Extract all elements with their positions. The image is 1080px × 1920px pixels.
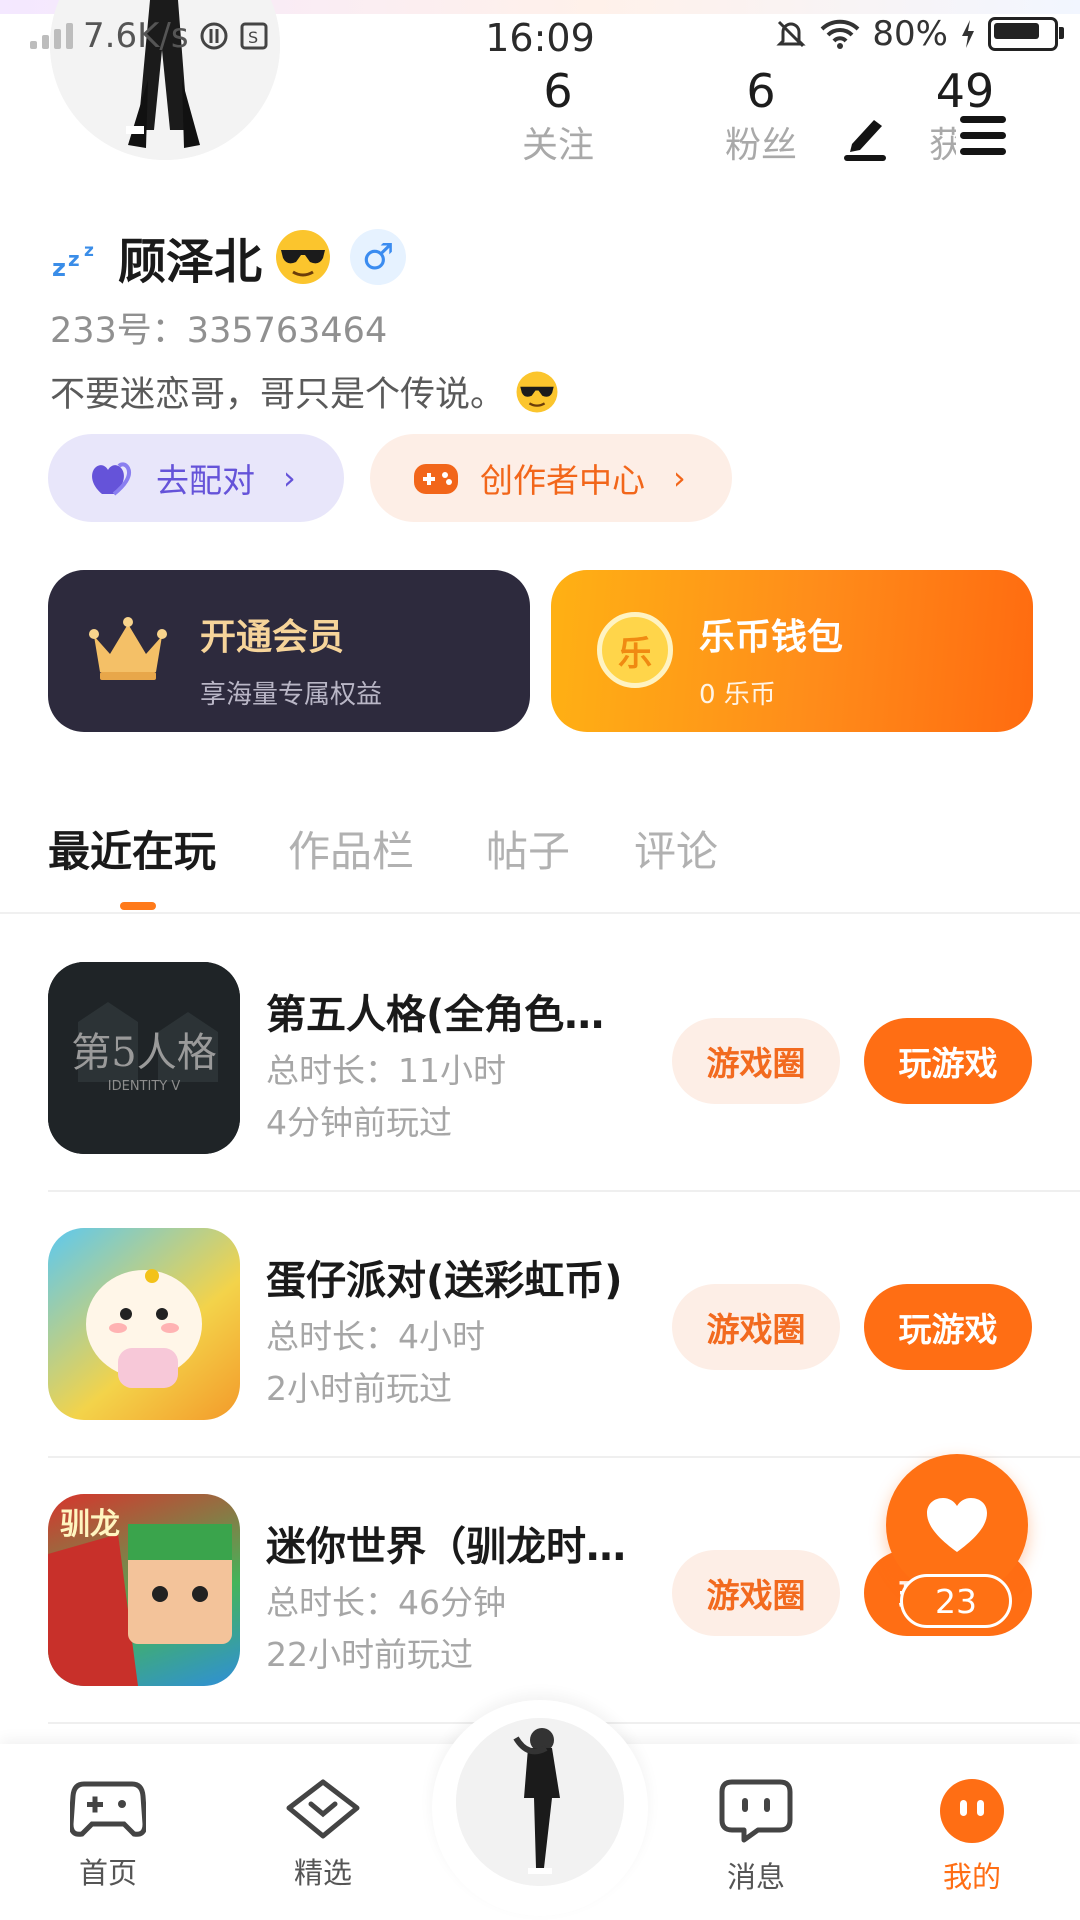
- game-circle-button[interactable]: 游戏圈: [672, 1284, 840, 1370]
- tab-indicator: [120, 902, 156, 910]
- creator-label: 创作者中心: [480, 461, 645, 500]
- gamepad-icon: [68, 1781, 148, 1837]
- match-label: 去配对: [156, 461, 255, 500]
- game-row[interactable]: 蛋仔派对(送彩虹币) 总时长：4小时 2小时前玩过 游戏圈 玩游戏: [48, 1228, 1080, 1494]
- menu-button[interactable]: [956, 110, 1012, 162]
- game-last-played: 2小时前玩过: [266, 1369, 452, 1408]
- hamburger-menu-icon: [960, 116, 1006, 155]
- profile-name: 顾泽北: [118, 234, 263, 290]
- likes-count: 49: [935, 64, 995, 118]
- game-title: 第五人格(全角色…: [266, 992, 605, 1038]
- game-row[interactable]: 第5人格 IDENTITY V 第五人格(全角色… 总时长：11小时 4分钟前玩…: [48, 962, 1080, 1228]
- game-circle-button[interactable]: 游戏圈: [672, 1018, 840, 1104]
- game-last-played: 4分钟前玩过: [266, 1103, 452, 1142]
- avatar-figure-icon: [456, 1718, 624, 1886]
- following-count: 6: [543, 64, 573, 118]
- wallet-balance: 0 乐币: [699, 680, 776, 710]
- stat-following[interactable]: 6 关注: [483, 68, 633, 164]
- nav-home[interactable]: 首页: [33, 1778, 183, 1892]
- charging-icon: [962, 20, 974, 48]
- nav-profile-label: 我的: [942, 1860, 1001, 1894]
- status-bar: 7.6K/s S 16:09 80%: [0, 0, 1080, 72]
- wallet-card[interactable]: 乐 乐币钱包 0 乐币: [551, 570, 1033, 732]
- nav-center-avatar[interactable]: [456, 1718, 624, 1886]
- game-icon-text: 第5人格: [71, 1030, 216, 1076]
- vip-text: 开通会员 享海量专属权益: [200, 608, 382, 711]
- stat-fans[interactable]: 6 粉丝: [686, 68, 836, 164]
- like-count-badge: 23: [900, 1574, 1012, 1628]
- svg-text:z: z: [68, 247, 80, 271]
- game-duration: 总时长：46分钟: [266, 1583, 506, 1622]
- game-icon-mini-world[interactable]: 驯龙: [48, 1494, 240, 1686]
- row-divider: [48, 1456, 1080, 1458]
- tab-comments[interactable]: 评论: [634, 818, 718, 879]
- profile-face-icon: [940, 1779, 1004, 1843]
- profile-name-row: z z z 顾泽北 ♂: [50, 222, 407, 292]
- game-title: 迷你世界（驯龙时…: [266, 1524, 626, 1570]
- fans-count: 6: [746, 64, 776, 118]
- game-icon-eggy-party[interactable]: [48, 1228, 240, 1420]
- tab-recently-played[interactable]: 最近在玩: [48, 818, 216, 879]
- game-circle-button[interactable]: 游戏圈: [672, 1550, 840, 1636]
- play-game-button[interactable]: 玩游戏: [864, 1284, 1032, 1370]
- vip-card[interactable]: 开通会员 享海量专属权益: [48, 570, 530, 732]
- tab-works[interactable]: 作品栏: [288, 818, 414, 879]
- chevron-right-icon: ›: [673, 459, 686, 497]
- profile-bio: 不要迷恋哥，哥只是个传说。: [50, 375, 506, 415]
- svg-text:IDENTITY V: IDENTITY V: [108, 1079, 181, 1094]
- game-icon-text: 驯龙: [60, 1507, 120, 1542]
- double-heart-icon: [92, 462, 131, 496]
- vip-subtitle: 享海量专属权益: [200, 680, 383, 710]
- identity-v-art-icon: 第5人格 IDENTITY V: [48, 962, 240, 1154]
- edit-button[interactable]: [840, 108, 890, 162]
- bell-off-icon: [776, 20, 807, 48]
- battery-icon: [988, 17, 1064, 51]
- game-duration: 总时长：4小时: [266, 1317, 485, 1356]
- chevron-right-icon: ›: [283, 459, 296, 497]
- play-game-button[interactable]: 玩游戏: [864, 1018, 1032, 1104]
- coin-icon: 乐: [597, 612, 673, 688]
- tab-posts[interactable]: 帖子: [486, 818, 570, 879]
- battery-percent: 80%: [872, 14, 948, 54]
- sleeping-zzz-icon: z z z: [52, 241, 94, 282]
- game-duration: 总时长：11小时: [266, 1051, 506, 1090]
- game-icon-identity-v[interactable]: 第5人格 IDENTITY V: [48, 962, 240, 1154]
- game-last-played: 22小时前玩过: [266, 1635, 473, 1674]
- nav-home-label: 首页: [78, 1856, 137, 1890]
- gamepad-icon: [414, 464, 458, 494]
- mini-world-character-icon: 驯龙: [48, 1507, 232, 1686]
- sunglasses-emoji-icon: [516, 371, 558, 412]
- sunglasses-emoji-icon: [276, 230, 331, 284]
- nav-messages-label: 消息: [726, 1860, 785, 1894]
- heart-bubble-icon: [286, 1779, 360, 1839]
- svg-text:z: z: [52, 254, 66, 282]
- nav-messages[interactable]: 消息: [681, 1778, 831, 1896]
- tab-divider: [0, 912, 1080, 914]
- wallet-title: 乐币钱包: [699, 617, 844, 658]
- heart-icon: [927, 1498, 987, 1552]
- row-divider: [48, 1190, 1080, 1192]
- user-id[interactable]: 233号：335763464: [50, 302, 387, 353]
- match-button[interactable]: 去配对 ›: [48, 434, 344, 522]
- pencil-icon: [844, 120, 886, 161]
- wifi-icon: [821, 19, 860, 49]
- nav-profile[interactable]: 我的: [897, 1778, 1047, 1896]
- eggy-character-icon: [86, 1269, 202, 1388]
- chat-icon: [719, 1779, 793, 1843]
- game-title: 蛋仔派对(送彩虹币): [266, 1258, 623, 1304]
- following-label: 关注: [521, 125, 594, 166]
- gender-badge: ♂: [350, 229, 407, 285]
- nav-featured-label: 精选: [293, 1856, 352, 1890]
- svg-text:z: z: [84, 241, 94, 261]
- creator-center-button[interactable]: 创作者中心 ›: [370, 434, 732, 522]
- vip-title: 开通会员: [200, 617, 345, 658]
- nav-featured[interactable]: 精选: [248, 1778, 398, 1892]
- wallet-text: 乐币钱包 0 乐币: [699, 608, 843, 711]
- profile-bio-row: 不要迷恋哥，哥只是个传说。: [50, 366, 559, 417]
- crown-icon: [89, 617, 167, 680]
- status-right: 80%: [774, 14, 1064, 54]
- fans-label: 粉丝: [724, 125, 797, 166]
